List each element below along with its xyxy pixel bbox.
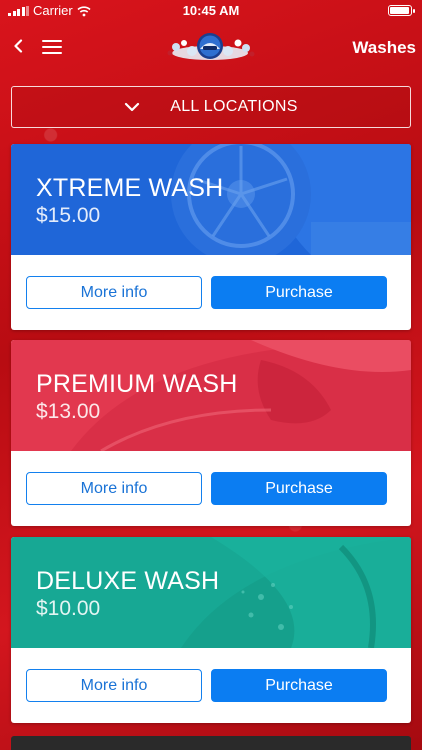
wash-card-premium: PREMIUM WASH $13.00 More info Purchase [11,340,411,526]
wash-price: $15.00 [36,204,101,227]
wash-banner: DELUXE WASH $10.00 [11,537,411,648]
battery-fill [390,7,409,14]
card-actions: More info Purchase [11,451,411,526]
back-arrow-icon[interactable] [12,39,26,53]
wash-card-xtreme: XTREME WASH $15.00 More info Purchase [11,144,411,330]
chevron-down-icon [125,102,140,112]
wash-name: DELUXE WASH [36,567,220,595]
navigation-bar: Washes [0,22,422,72]
purchase-button[interactable]: Purchase [211,472,387,505]
status-bar: Carrier 10:45 AM [0,0,422,22]
wash-price: $13.00 [36,400,101,423]
status-time: 10:45 AM [182,3,240,18]
more-info-button[interactable]: More info [26,472,202,505]
hamburger-menu-icon[interactable] [42,40,62,54]
wash-banner: XTREME WASH $15.00 [11,144,411,255]
purchase-button[interactable]: Purchase [211,669,387,702]
location-label: ALL LOCATIONS [170,98,298,115]
more-info-button[interactable]: More info [26,669,202,702]
card-actions: More info Purchase [11,648,411,723]
next-card-peek [11,736,411,750]
wash-card-deluxe: DELUXE WASH $10.00 More info Purchase [11,537,411,723]
purchase-button[interactable]: Purchase [211,276,387,309]
more-info-button[interactable]: More info [26,276,202,309]
wash-name: PREMIUM WASH [36,370,238,398]
page-title: Washes [352,38,416,57]
battery-icon [388,5,415,16]
wash-banner: PREMIUM WASH $13.00 [11,340,411,451]
car-wash-logo[interactable] [162,31,258,65]
wash-name: XTREME WASH [36,174,224,202]
wash-price: $10.00 [36,597,101,620]
card-actions: More info Purchase [11,255,411,330]
location-selector[interactable]: ALL LOCATIONS [11,86,411,128]
